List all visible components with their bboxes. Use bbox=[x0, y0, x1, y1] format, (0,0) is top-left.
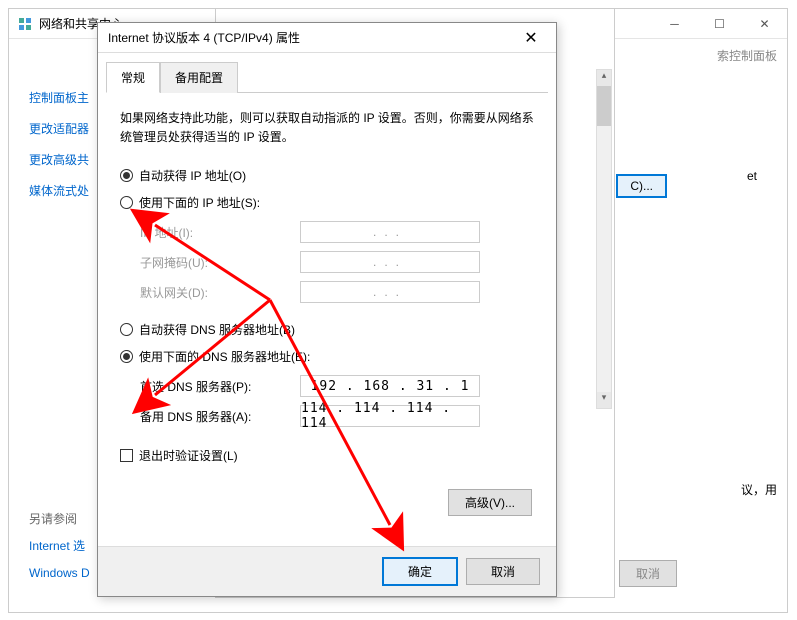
radio-manual-dns-row[interactable]: 使用下面的 DNS 服务器地址(E): bbox=[120, 348, 534, 365]
subnet-mask-input: ... bbox=[300, 251, 480, 273]
ip-address-row: IP 地址(I): ... bbox=[140, 221, 534, 243]
windows-defender-link[interactable]: Windows D bbox=[29, 566, 90, 580]
radio-manual-ip-row[interactable]: 使用下面的 IP 地址(S): bbox=[120, 194, 534, 211]
maximize-button[interactable]: ☐ bbox=[697, 9, 742, 39]
ipv4-properties-dialog: Internet 协议版本 4 (TCP/IPv4) 属性 ✕ 常规 备用配置 … bbox=[97, 22, 557, 597]
radio-auto-ip[interactable] bbox=[120, 169, 133, 182]
alternate-dns-row: 备用 DNS 服务器(A): 114 . 114 . 114 . 114 bbox=[140, 405, 534, 427]
close-icon[interactable]: ✕ bbox=[516, 23, 546, 53]
validate-checkbox-row[interactable]: 退出时验证设置(L) bbox=[120, 447, 534, 464]
subnet-mask-label: 子网掩码(U): bbox=[140, 254, 300, 271]
dialog-body: 如果网络支持此功能，则可以获取自动指派的 IP 设置。否则，你需要从网络系统管理… bbox=[98, 93, 556, 480]
validate-checkbox[interactable] bbox=[120, 449, 133, 462]
preferred-dns-input[interactable]: 192 . 168 . 31 . 1 bbox=[300, 375, 480, 397]
advice-text: 议，用 bbox=[741, 481, 777, 498]
subnet-mask-row: 子网掩码(U): ... bbox=[140, 251, 534, 273]
ip-group: 自动获得 IP 地址(O) 使用下面的 IP 地址(S): IP 地址(I): … bbox=[120, 167, 534, 303]
tab-alternate[interactable]: 备用配置 bbox=[160, 62, 238, 93]
gateway-row: 默认网关(D): ... bbox=[140, 281, 534, 303]
dialog-title: Internet 协议版本 4 (TCP/IPv4) 属性 bbox=[108, 29, 516, 46]
tabs: 常规 备用配置 bbox=[106, 61, 548, 93]
see-also-section: 另请参阅 Internet 选 Windows D bbox=[29, 510, 90, 592]
c-button[interactable]: C)... bbox=[616, 174, 667, 198]
scroll-down-icon[interactable]: ▾ bbox=[597, 392, 611, 408]
radio-auto-ip-label: 自动获得 IP 地址(O) bbox=[139, 167, 246, 184]
gateway-input: ... bbox=[300, 281, 480, 303]
bg-cancel-button[interactable]: 取消 bbox=[619, 560, 677, 587]
ip-address-label: IP 地址(I): bbox=[140, 224, 300, 241]
radio-manual-dns-label: 使用下面的 DNS 服务器地址(E): bbox=[139, 348, 310, 365]
see-also-label: 另请参阅 bbox=[29, 510, 90, 527]
close-button[interactable]: ✕ bbox=[742, 9, 787, 39]
network-icon bbox=[17, 16, 33, 32]
ok-button[interactable]: 确定 bbox=[382, 557, 458, 586]
minimize-button[interactable]: ─ bbox=[652, 9, 697, 39]
scroll-up-icon[interactable]: ▴ bbox=[597, 70, 611, 86]
radio-auto-ip-row[interactable]: 自动获得 IP 地址(O) bbox=[120, 167, 534, 184]
window-controls: ─ ☐ ✕ bbox=[652, 9, 787, 39]
dialog-footer: 确定 取消 bbox=[98, 546, 556, 596]
radio-manual-ip-label: 使用下面的 IP 地址(S): bbox=[139, 194, 260, 211]
scrollbar[interactable]: ▴ ▾ bbox=[596, 69, 612, 409]
radio-manual-ip[interactable] bbox=[120, 196, 133, 209]
right-text-fragment: et bbox=[747, 169, 757, 183]
alternate-dns-input[interactable]: 114 . 114 . 114 . 114 bbox=[300, 405, 480, 427]
dns-group: 自动获得 DNS 服务器地址(B) 使用下面的 DNS 服务器地址(E): 首选… bbox=[120, 321, 534, 427]
radio-auto-dns-row[interactable]: 自动获得 DNS 服务器地址(B) bbox=[120, 321, 534, 338]
preferred-dns-label: 首选 DNS 服务器(P): bbox=[140, 378, 300, 395]
alternate-dns-label: 备用 DNS 服务器(A): bbox=[140, 408, 300, 425]
preferred-dns-row: 首选 DNS 服务器(P): 192 . 168 . 31 . 1 bbox=[140, 375, 534, 397]
dialog-titlebar: Internet 协议版本 4 (TCP/IPv4) 属性 ✕ bbox=[98, 23, 556, 53]
ip-address-input: ... bbox=[300, 221, 480, 243]
gateway-label: 默认网关(D): bbox=[140, 284, 300, 301]
advanced-button[interactable]: 高级(V)... bbox=[448, 489, 532, 516]
validate-checkbox-label: 退出时验证设置(L) bbox=[139, 447, 238, 464]
radio-auto-dns-label: 自动获得 DNS 服务器地址(B) bbox=[139, 321, 295, 338]
internet-options-link[interactable]: Internet 选 bbox=[29, 537, 90, 554]
radio-manual-dns[interactable] bbox=[120, 350, 133, 363]
scroll-thumb[interactable] bbox=[597, 86, 611, 126]
description-text: 如果网络支持此功能，则可以获取自动指派的 IP 设置。否则，你需要从网络系统管理… bbox=[120, 109, 534, 147]
cancel-button[interactable]: 取消 bbox=[466, 558, 540, 585]
tab-general[interactable]: 常规 bbox=[106, 62, 160, 93]
radio-auto-dns[interactable] bbox=[120, 323, 133, 336]
search-box[interactable]: 索控制面板 bbox=[717, 47, 777, 64]
